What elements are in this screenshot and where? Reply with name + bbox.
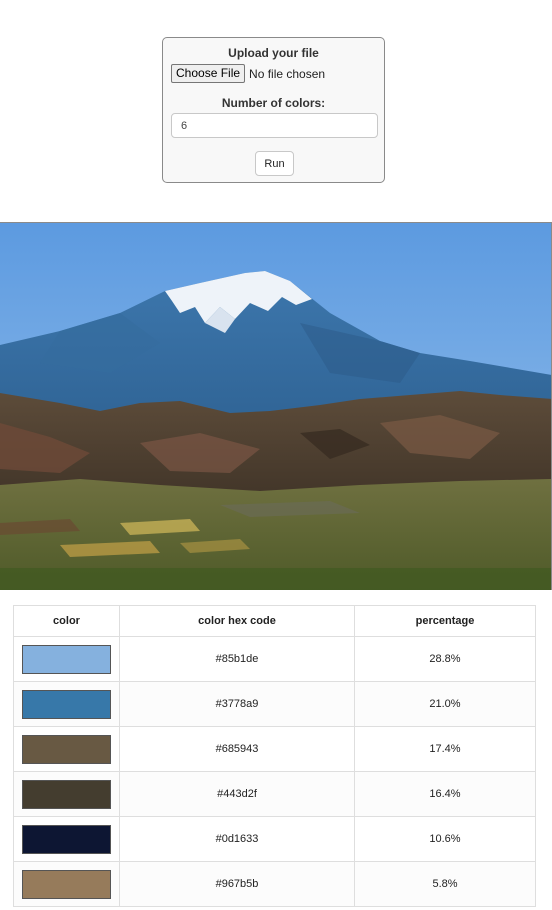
run-button[interactable]: Run xyxy=(255,151,294,176)
color-cell xyxy=(13,771,120,817)
table-header-row: color color hex code percentage xyxy=(13,605,536,637)
percentage-cell: 21.0% xyxy=(354,681,536,727)
color-cell xyxy=(13,636,120,682)
color-cell xyxy=(13,861,120,907)
percentage-cell: 16.4% xyxy=(354,771,536,817)
uploaded-photo xyxy=(0,222,552,590)
number-of-colors-label: Number of colors: xyxy=(221,96,326,110)
hex-cell: #685943 xyxy=(119,726,355,772)
hex-cell: #3778a9 xyxy=(119,681,355,727)
percentage-cell: 5.8% xyxy=(354,861,536,907)
hex-column-header: color hex code xyxy=(119,605,355,637)
color-swatch xyxy=(22,869,111,899)
table-row: #3778a9 21.0% xyxy=(13,681,536,727)
color-swatch xyxy=(22,779,111,809)
hex-cell: #85b1de xyxy=(119,636,355,682)
hex-cell: #0d1633 xyxy=(119,816,355,862)
color-swatch xyxy=(22,644,111,674)
file-picker: Choose File No file chosen xyxy=(171,64,325,83)
table-row: #85b1de 28.8% xyxy=(13,636,536,682)
upload-title: Upload your file xyxy=(228,46,319,60)
mountain-landscape-image xyxy=(0,223,551,590)
color-swatch xyxy=(22,734,111,764)
table-row: #685943 17.4% xyxy=(13,726,536,772)
hex-cell: #967b5b xyxy=(119,861,355,907)
percentage-cell: 10.6% xyxy=(354,816,536,862)
percentage-cell: 28.8% xyxy=(354,636,536,682)
table-row: #0d1633 10.6% xyxy=(13,816,536,862)
color-cell xyxy=(13,681,120,727)
table-row: #967b5b 5.8% xyxy=(13,861,536,907)
file-status-text: No file chosen xyxy=(249,66,326,81)
upload-form: Upload your file Choose File No file cho… xyxy=(162,37,385,183)
color-cell xyxy=(13,816,120,862)
percentage-column-header: percentage xyxy=(354,605,536,637)
number-of-colors-input[interactable] xyxy=(171,113,378,138)
color-swatch xyxy=(22,689,111,719)
color-column-header: color xyxy=(13,605,120,637)
color-cell xyxy=(13,726,120,772)
hex-cell: #443d2f xyxy=(119,771,355,817)
color-swatch xyxy=(22,824,111,854)
table-row: #443d2f 16.4% xyxy=(13,771,536,817)
choose-file-button[interactable]: Choose File xyxy=(171,64,246,83)
percentage-cell: 17.4% xyxy=(354,726,536,772)
color-results-table: color color hex code percentage #85b1de … xyxy=(13,605,536,907)
